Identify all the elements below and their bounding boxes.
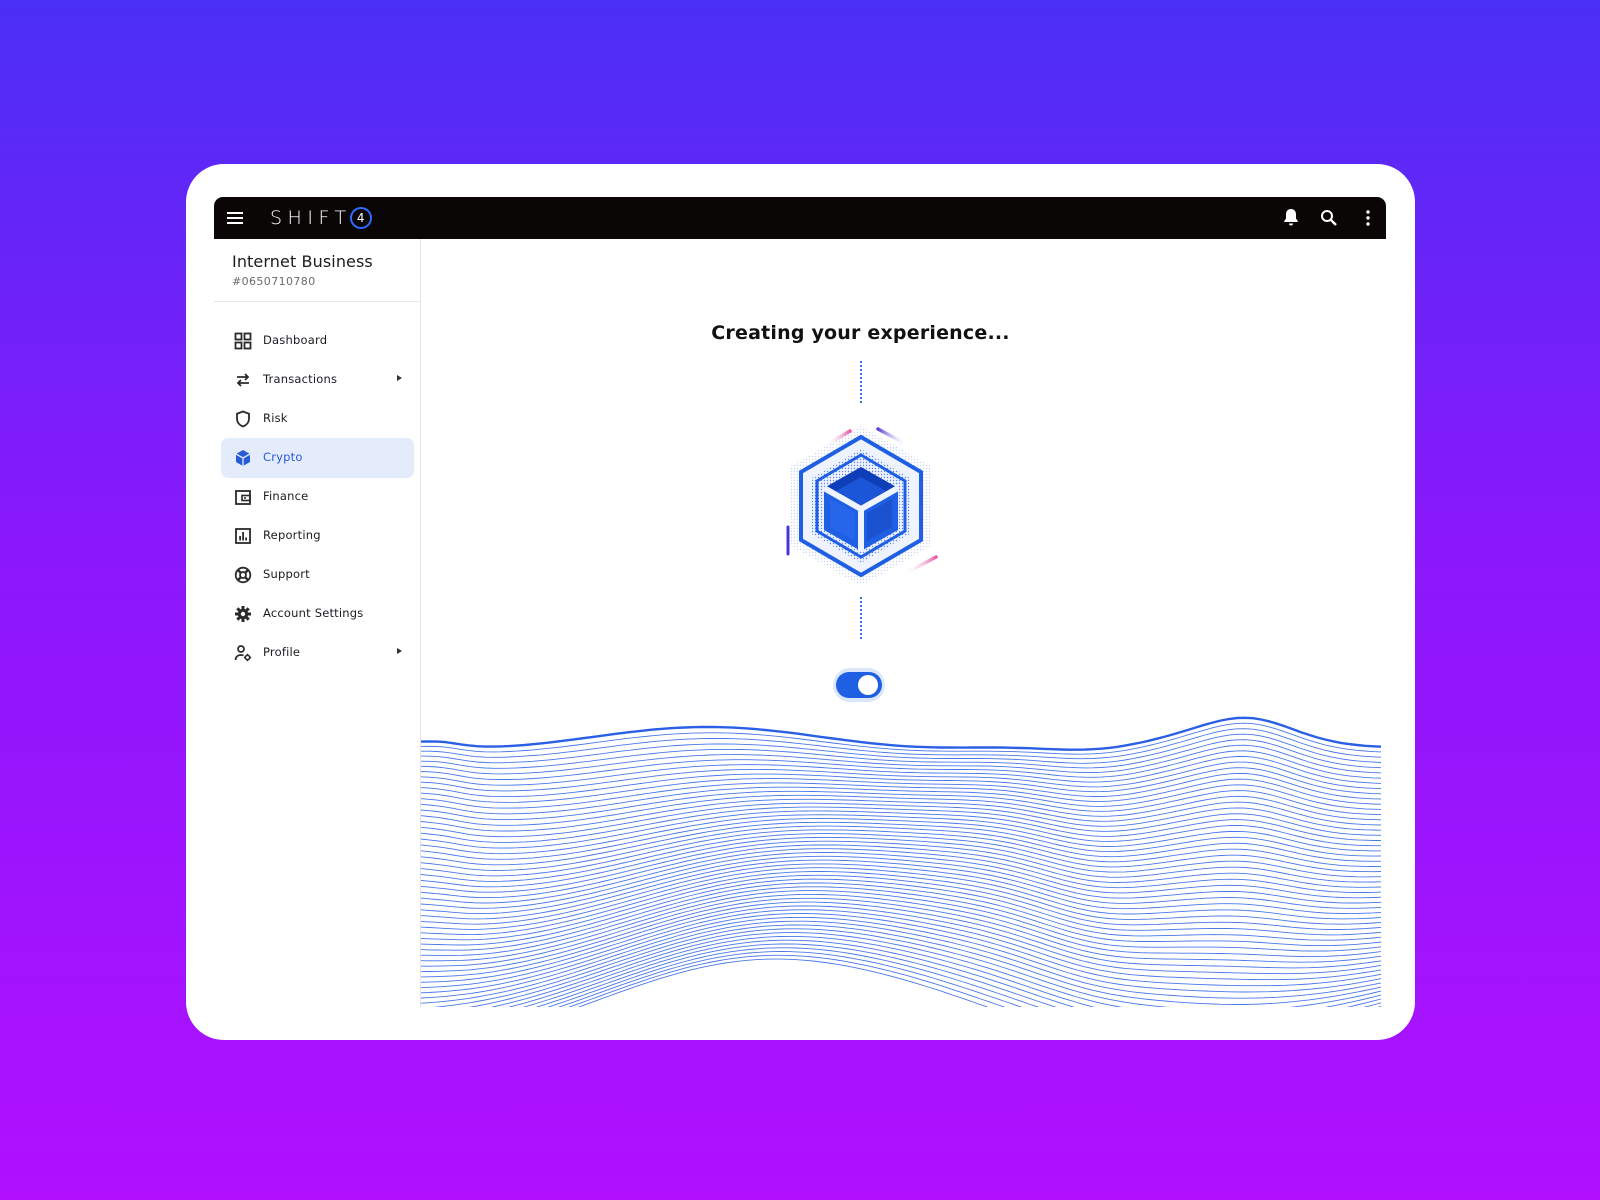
toggle-knob xyxy=(858,675,878,695)
sidebar-item-account-settings[interactable]: Account Settings xyxy=(221,594,414,634)
sidebar-item-label: Crypto xyxy=(263,450,303,464)
cube-icon xyxy=(235,450,251,466)
shield-icon xyxy=(236,410,250,428)
app-window: SHIFT 4 Internet Business #0650710780 Da… xyxy=(214,197,1386,1007)
lifebuoy-icon xyxy=(234,566,252,584)
app-card: SHIFT 4 Internet Business #0650710780 Da… xyxy=(186,164,1415,1040)
sidebar-item-label: Dashboard xyxy=(263,333,328,347)
wave-line xyxy=(421,844,1382,899)
top-bar: SHIFT 4 xyxy=(214,197,1386,239)
wave-line xyxy=(421,798,1382,832)
sidebar-item-finance[interactable]: Finance xyxy=(221,477,414,517)
user-settings-icon xyxy=(234,645,252,662)
hamburger-menu-icon[interactable] xyxy=(224,206,248,230)
caret-right-icon[interactable] xyxy=(397,648,402,654)
search-icon[interactable] xyxy=(1317,206,1341,230)
sidebar-item-support[interactable]: Support xyxy=(221,555,414,595)
business-header[interactable]: Internet Business #0650710780 xyxy=(214,239,420,302)
wave-line xyxy=(421,871,1382,936)
bell-icon[interactable] xyxy=(1279,206,1303,230)
wave-line xyxy=(421,913,1382,994)
sidebar-item-profile[interactable]: Profile xyxy=(221,633,414,673)
bar-chart-icon xyxy=(235,528,251,544)
loading-headline: Creating your experience... xyxy=(711,322,1010,344)
sidebar-item-dashboard[interactable]: Dashboard xyxy=(221,321,414,361)
swap-arrows-icon xyxy=(236,373,250,387)
brand-logo[interactable]: SHIFT 4 xyxy=(270,205,372,231)
brand-logo-text: SHIFT xyxy=(270,207,352,229)
sidebar-nav: Dashboard Transactions Risk Crypto Finan… xyxy=(214,321,420,672)
sidebar: Internet Business #0650710780 Dashboard xyxy=(214,239,421,1007)
experience-toggle[interactable] xyxy=(833,668,885,702)
brand-logo-digit: 4 xyxy=(349,207,372,229)
sidebar-item-crypto[interactable]: Crypto xyxy=(221,438,414,478)
sidebar-item-label: Reporting xyxy=(263,528,321,542)
crypto-cube-illustration xyxy=(786,426,938,585)
more-vertical-icon[interactable] xyxy=(1356,206,1380,230)
sidebar-item-label: Account Settings xyxy=(263,606,364,620)
connector-bottom xyxy=(860,597,862,639)
toggle-track xyxy=(836,672,882,698)
grid-icon xyxy=(234,332,252,350)
connector-top xyxy=(860,361,862,403)
sidebar-item-label: Support xyxy=(263,567,310,581)
wave-line xyxy=(568,954,1006,1007)
wave-line xyxy=(421,722,1382,755)
wave-line xyxy=(421,833,1382,882)
wallet-icon xyxy=(235,490,251,505)
business-name: Internet Business xyxy=(232,252,373,271)
sidebar-item-label: Risk xyxy=(263,411,288,425)
wave-line xyxy=(421,733,1382,764)
sidebar-item-label: Profile xyxy=(263,645,301,659)
sidebar-item-risk[interactable]: Risk xyxy=(221,399,414,439)
gear-icon xyxy=(235,606,251,622)
wave-line xyxy=(421,829,1382,877)
wave-lines-decoration xyxy=(421,716,1382,1007)
sidebar-item-reporting[interactable]: Reporting xyxy=(221,516,414,556)
caret-right-icon[interactable] xyxy=(397,375,402,381)
business-id: #0650710780 xyxy=(232,275,316,288)
wave-line xyxy=(421,728,1382,760)
main-content: Creating your experience... xyxy=(421,239,1386,1007)
sidebar-item-transactions[interactable]: Transactions xyxy=(221,360,414,400)
sidebar-item-label: Finance xyxy=(263,489,309,503)
sidebar-item-label: Transactions xyxy=(263,372,338,386)
